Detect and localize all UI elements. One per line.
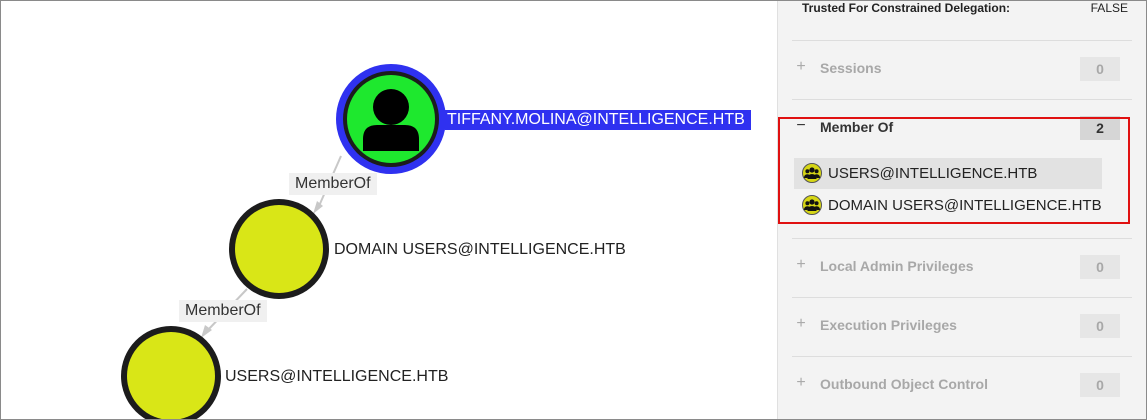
graph-svg: [121, 64, 446, 419]
node-label-users[interactable]: USERS@INTELLIGENCE.HTB: [225, 368, 448, 386]
property-row-constrained-delegation: Trusted For Constrained Delegation: FALS…: [802, 1, 1128, 21]
section-count-badge: 0: [1080, 373, 1120, 397]
window: TIFFANY.MOLINA@INTELLIGENCE.HTB DOMAIN U…: [0, 0, 1147, 420]
section-title[interactable]: Execution Privileges: [820, 317, 957, 333]
section-title[interactable]: Sessions: [820, 60, 881, 76]
section-count-badge: 0: [1080, 255, 1120, 279]
section-count-badge: 0: [1080, 57, 1120, 81]
node-label-tiffany[interactable]: TIFFANY.MOLINA@INTELLIGENCE.HTB: [445, 110, 751, 130]
edge-label-memberof-2[interactable]: MemberOf: [179, 300, 267, 322]
section-divider: [792, 238, 1132, 239]
section-execution-privileges[interactable]: + Execution Privileges 0: [792, 297, 1132, 355]
section-divider: [792, 356, 1132, 357]
section-divider: [792, 40, 1132, 41]
highlight-box: [778, 117, 1130, 224]
node-domain-users[interactable]: [229, 199, 329, 299]
node-users[interactable]: [121, 326, 221, 419]
section-divider: [792, 297, 1132, 298]
expand-icon[interactable]: +: [794, 256, 808, 274]
section-outbound-object-control[interactable]: + Outbound Object Control 0: [792, 356, 1132, 414]
section-count-badge: 0: [1080, 314, 1120, 338]
section-local-admin-privileges[interactable]: + Local Admin Privileges 0: [792, 238, 1132, 296]
property-key: Trusted For Constrained Delegation:: [802, 1, 1011, 15]
node-tiffany[interactable]: [336, 64, 446, 174]
section-divider: [792, 99, 1132, 100]
expand-icon[interactable]: +: [794, 58, 808, 76]
section-title[interactable]: Local Admin Privileges: [820, 258, 974, 274]
node-label-domain-users[interactable]: DOMAIN USERS@INTELLIGENCE.HTB: [334, 241, 626, 259]
property-value: FALSE: [1090, 1, 1128, 15]
graph-canvas[interactable]: TIFFANY.MOLINA@INTELLIGENCE.HTB DOMAIN U…: [1, 1, 777, 419]
edge-arrow-1: [313, 201, 323, 214]
section-sessions[interactable]: + Sessions 0: [792, 40, 1132, 98]
expand-icon[interactable]: +: [794, 315, 808, 333]
section-title[interactable]: Outbound Object Control: [820, 376, 988, 392]
expand-icon[interactable]: +: [794, 374, 808, 392]
edge-label-memberof-1[interactable]: MemberOf: [289, 173, 377, 195]
